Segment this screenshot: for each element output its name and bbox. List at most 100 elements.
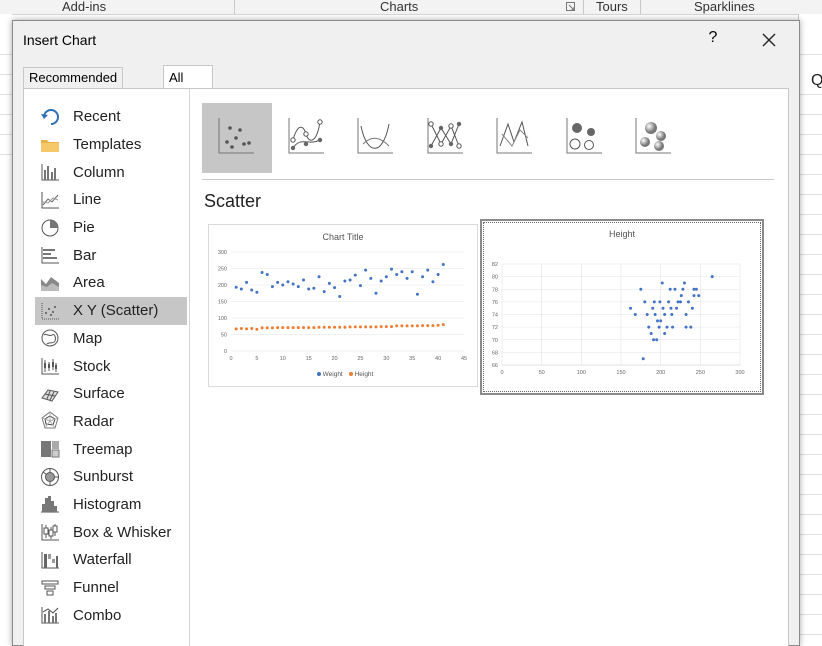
- chart-category-funnel[interactable]: Funnel: [35, 574, 187, 602]
- chart-category-combo[interactable]: Combo: [35, 601, 187, 629]
- y-tick-label: 200: [218, 283, 227, 289]
- data-point: [658, 300, 662, 304]
- data-point: [353, 325, 357, 329]
- data-point: [415, 292, 419, 296]
- chart-category-box-whisker[interactable]: Box & Whisker: [35, 518, 187, 546]
- data-point: [639, 287, 643, 291]
- chart-subtype-button[interactable]: [341, 103, 411, 173]
- close-button[interactable]: [755, 27, 783, 53]
- data-point: [410, 270, 414, 274]
- help-button[interactable]: ?: [703, 29, 723, 51]
- chart-category-sunburst[interactable]: Sunburst: [35, 463, 187, 491]
- data-point: [301, 278, 305, 282]
- x-tick-label: 45: [461, 356, 467, 362]
- data-point: [348, 278, 352, 282]
- data-point: [353, 273, 357, 277]
- chart-category-label: X Y (Scatter): [73, 302, 159, 320]
- data-point: [686, 300, 690, 304]
- data-point: [431, 280, 435, 284]
- data-point: [673, 287, 677, 291]
- data-point: [333, 286, 337, 290]
- data-point: [317, 325, 321, 329]
- x-tick-label: 300: [735, 370, 744, 376]
- chart-category-treemap[interactable]: Treemap: [35, 435, 187, 463]
- data-point: [395, 324, 399, 328]
- chart-category-scatter[interactable]: X Y (Scatter): [35, 296, 187, 325]
- data-point: [265, 272, 269, 276]
- data-point: [390, 267, 394, 271]
- scatter-smooth-lines-markers-subtype-icon: [286, 116, 328, 161]
- chart-category-waterfall[interactable]: Waterfall: [35, 546, 187, 574]
- data-point: [651, 306, 655, 310]
- data-point: [312, 326, 316, 330]
- data-point: [307, 287, 311, 291]
- data-point: [281, 326, 285, 330]
- chart-category-stock[interactable]: Stock: [35, 352, 187, 380]
- insert-chart-dialog: Insert Chart ? Recommended Charts All Ch…: [12, 20, 800, 646]
- data-point: [260, 326, 264, 330]
- chart-subtype-button[interactable]: [480, 103, 550, 173]
- folder-icon: [39, 135, 61, 155]
- data-point: [234, 285, 238, 289]
- data-point: [652, 300, 656, 304]
- data-point: [652, 338, 656, 342]
- data-point: [426, 324, 430, 328]
- data-point: [276, 280, 280, 284]
- data-point: [245, 280, 249, 284]
- data-point: [270, 285, 274, 289]
- x-tick-label: 0: [500, 370, 503, 376]
- data-point: [441, 263, 445, 267]
- data-point: [265, 326, 269, 330]
- chart-category-area[interactable]: Area: [35, 269, 187, 297]
- chart-category-surface[interactable]: Surface: [35, 380, 187, 408]
- data-point: [296, 285, 300, 289]
- ribbon-group-sparklines: Sparklines: [694, 0, 755, 14]
- chart-preview-1[interactable]: Chart Title 0 5 10 15 20 25 30 35 40 45 0 50 100 150 2…: [208, 224, 478, 387]
- data-point: [436, 272, 440, 276]
- chart-category-label: Box & Whisker: [73, 523, 172, 541]
- ribbon-separator: [640, 0, 641, 14]
- x-tick-label: 35: [409, 356, 415, 362]
- tab-all-charts[interactable]: All Charts: [163, 65, 214, 109]
- data-point: [234, 327, 238, 331]
- chart-category-bar[interactable]: Bar: [35, 241, 187, 269]
- chart-category-label: Radar: [73, 412, 114, 430]
- chart-category-recent[interactable]: Recent: [35, 103, 187, 131]
- data-point: [390, 325, 394, 329]
- scatter-straight-lines-markers-subtype-icon: [425, 116, 467, 161]
- data-point: [655, 319, 659, 323]
- data-point: [374, 291, 378, 295]
- chart-subtype-button[interactable]: [550, 103, 620, 173]
- chart-category-histogram[interactable]: Histogram: [35, 491, 187, 519]
- data-point: [307, 326, 311, 330]
- ribbon-group-charts: Charts: [380, 0, 419, 14]
- chart-category-label: Combo: [73, 606, 122, 624]
- ribbon-separator: [583, 0, 584, 14]
- chart-category-radar[interactable]: Radar: [35, 408, 187, 436]
- y-tick-label: 68: [492, 350, 498, 356]
- data-point: [405, 276, 409, 280]
- data-point: [384, 325, 388, 329]
- chart-subtype-button[interactable]: [619, 103, 689, 173]
- chart-category-column[interactable]: Column: [35, 158, 187, 186]
- tab-recommended-charts[interactable]: Recommended Charts: [23, 67, 124, 105]
- chart-subtype-button[interactable]: [202, 103, 272, 173]
- chart-preview-2[interactable]: Height 0 50 100 150 200 250 300 66 68 70 72 74 76 78 8…: [480, 219, 764, 395]
- chart-category-folder[interactable]: Templates: [35, 131, 187, 159]
- data-point: [663, 313, 667, 316]
- legend-label-weight: Weight: [322, 371, 343, 378]
- data-point: [669, 306, 673, 310]
- y-tick-label: 80: [492, 275, 498, 281]
- all-charts-panel: Recent Templates Column Line Pie Bar Area X Y (…: [23, 88, 789, 646]
- chart-category-map[interactable]: Map: [35, 325, 187, 353]
- data-point: [671, 325, 675, 329]
- chart-category-line[interactable]: Line: [35, 186, 187, 214]
- data-point: [670, 313, 674, 316]
- radar-chart-icon: [39, 411, 61, 431]
- chart-category-pie[interactable]: Pie: [35, 214, 187, 242]
- dialog-launcher-icon[interactable]: [566, 2, 576, 12]
- chart-subtype-button[interactable]: [411, 103, 481, 173]
- chart-subtype-button[interactable]: [272, 103, 342, 173]
- data-point: [647, 325, 651, 329]
- subtype-heading: Scatter: [204, 191, 262, 211]
